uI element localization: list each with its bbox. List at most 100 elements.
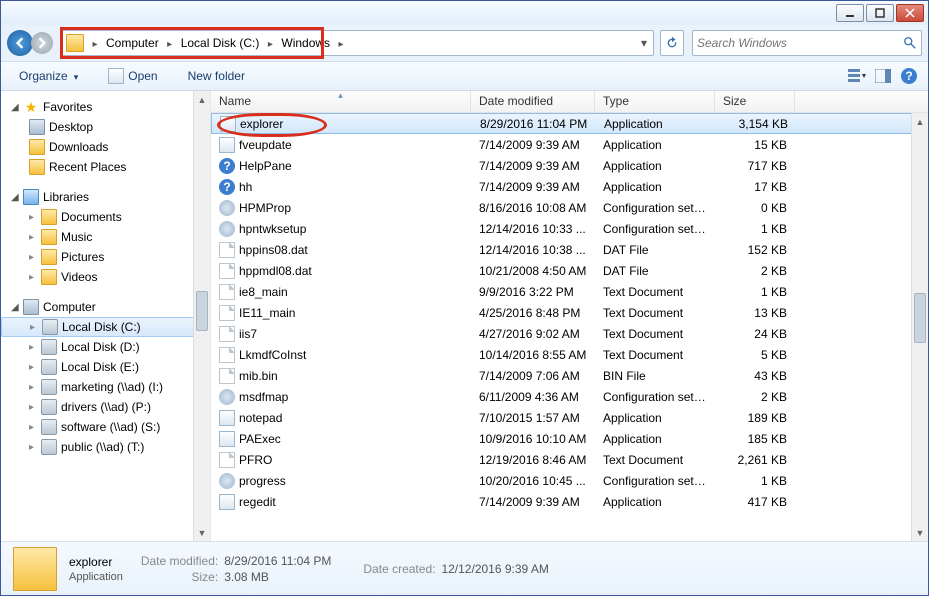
- file-date: 10/20/2016 10:45 ...: [471, 474, 595, 488]
- scroll-up-icon[interactable]: ▲: [912, 113, 928, 130]
- breadcrumb-root-arrow[interactable]: [88, 36, 102, 50]
- breadcrumb-arrow[interactable]: [263, 36, 277, 50]
- file-row[interactable]: mib.bin7/14/2009 7:06 AMBIN File43 KB: [211, 365, 928, 386]
- tree-downloads[interactable]: Downloads: [1, 137, 210, 157]
- preview-pane-button[interactable]: [874, 67, 892, 85]
- file-date: 6/11/2009 4:36 AM: [471, 390, 595, 404]
- file-row[interactable]: iis74/27/2016 9:02 AMText Document24 KB: [211, 323, 928, 344]
- file-size: 185 KB: [715, 432, 795, 446]
- tree-net-public[interactable]: ▸public (\\ad) (T:): [1, 437, 210, 457]
- file-icon: [219, 410, 235, 426]
- breadcrumb-history-drop[interactable]: [635, 36, 653, 50]
- file-type: BIN File: [595, 369, 715, 383]
- scroll-up-icon[interactable]: ▲: [194, 91, 210, 108]
- file-row[interactable]: LkmdfCoInst10/14/2016 8:55 AMText Docume…: [211, 344, 928, 365]
- scroll-down-icon[interactable]: ▼: [912, 524, 928, 541]
- scroll-thumb[interactable]: [196, 291, 208, 331]
- file-name: mib.bin: [239, 369, 278, 383]
- file-type: Application: [595, 495, 715, 509]
- filelist-scrollbar[interactable]: ▲ ▼: [911, 113, 928, 541]
- file-name: IE11_main: [239, 306, 295, 320]
- minimize-button[interactable]: [836, 4, 864, 22]
- file-size: 189 KB: [715, 411, 795, 425]
- file-row[interactable]: msdfmap6/11/2009 4:36 AMConfiguration se…: [211, 386, 928, 407]
- tree-videos[interactable]: ▸Videos: [1, 267, 210, 287]
- netdrive-icon: [41, 419, 57, 435]
- file-type: Configuration sett...: [595, 201, 715, 215]
- breadcrumb-localdisk[interactable]: Local Disk (C:): [177, 31, 264, 55]
- breadcrumb-arrow[interactable]: [163, 36, 177, 50]
- tree-net-marketing[interactable]: ▸marketing (\\ad) (I:): [1, 377, 210, 397]
- tree-desktop[interactable]: Desktop: [1, 117, 210, 137]
- search-box[interactable]: [692, 30, 922, 56]
- search-input[interactable]: [697, 36, 903, 50]
- file-row[interactable]: HPMProp8/16/2016 10:08 AMConfiguration s…: [211, 197, 928, 218]
- file-date: 4/27/2016 9:02 AM: [471, 327, 595, 341]
- netdrive-icon: [41, 379, 57, 395]
- tree-net-drivers[interactable]: ▸drivers (\\ad) (P:): [1, 397, 210, 417]
- refresh-button[interactable]: [660, 30, 684, 56]
- file-type: DAT File: [595, 264, 715, 278]
- tree-computer[interactable]: ◢Computer: [1, 297, 210, 317]
- file-size: 0 KB: [715, 201, 795, 215]
- file-row[interactable]: fveupdate7/14/2009 9:39 AMApplication15 …: [211, 134, 928, 155]
- file-row[interactable]: ?hh7/14/2009 9:39 AMApplication17 KB: [211, 176, 928, 197]
- file-row[interactable]: ?HelpPane7/14/2009 9:39 AMApplication717…: [211, 155, 928, 176]
- back-button[interactable]: [7, 30, 33, 56]
- file-size: 5 KB: [715, 348, 795, 362]
- tree-libraries[interactable]: ◢Libraries: [1, 187, 210, 207]
- view-options-button[interactable]: [848, 67, 866, 85]
- details-name: explorer: [69, 555, 123, 569]
- open-button[interactable]: Open: [100, 65, 165, 87]
- file-row[interactable]: progress 10/20/2016 10:45 ...Configuratio…: [211, 470, 928, 491]
- desktop-icon: [29, 119, 45, 135]
- file-date: 8/29/2016 11:04 PM: [472, 117, 596, 131]
- tree-music[interactable]: ▸Music: [1, 227, 210, 247]
- help-button[interactable]: ?: [900, 67, 918, 85]
- file-name: progress: [239, 474, 286, 488]
- sidebar-scrollbar[interactable]: ▲ ▼: [193, 91, 210, 541]
- tree-disk-e[interactable]: ▸Local Disk (E:): [1, 357, 210, 377]
- tree-disk-d[interactable]: ▸Local Disk (D:): [1, 337, 210, 357]
- tree-favorites[interactable]: ◢★Favorites: [1, 97, 210, 117]
- file-name: notepad: [239, 411, 282, 425]
- col-type[interactable]: Type: [595, 91, 715, 112]
- file-date: 4/25/2016 8:48 PM: [471, 306, 595, 320]
- organize-button[interactable]: Organize: [11, 66, 86, 86]
- tree-disk-c[interactable]: ▸Local Disk (C:): [1, 317, 210, 337]
- file-icon: ?: [219, 179, 235, 195]
- col-name[interactable]: Name: [211, 91, 471, 112]
- file-icon: [219, 347, 235, 363]
- file-row[interactable]: PAExec10/9/2016 10:10 AMApplication185 K…: [211, 428, 928, 449]
- scroll-thumb[interactable]: [914, 293, 926, 343]
- tree-documents[interactable]: ▸Documents: [1, 207, 210, 227]
- maximize-button[interactable]: [866, 4, 894, 22]
- breadcrumb[interactable]: Computer Local Disk (C:) Windows: [61, 30, 654, 56]
- file-row[interactable]: explorer8/29/2016 11:04 PMApplication3,1…: [211, 113, 928, 134]
- file-date: 7/14/2009 9:39 AM: [471, 495, 595, 509]
- file-row[interactable]: hppmdl08.dat10/21/2008 4:50 AMDAT File2 …: [211, 260, 928, 281]
- file-row[interactable]: hpntwksetup12/14/2016 10:33 ...Configura…: [211, 218, 928, 239]
- file-row[interactable]: notepad7/10/2015 1:57 AMApplication189 K…: [211, 407, 928, 428]
- file-type: Configuration sett...: [595, 474, 715, 488]
- titlebar: [1, 1, 928, 25]
- new-folder-button[interactable]: New folder: [180, 66, 253, 86]
- file-date: 10/9/2016 10:10 AM: [471, 432, 595, 446]
- breadcrumb-arrow[interactable]: [334, 36, 348, 50]
- breadcrumb-computer[interactable]: Computer: [102, 31, 163, 55]
- tree-pictures[interactable]: ▸Pictures: [1, 247, 210, 267]
- file-row[interactable]: IE11_main4/25/2016 8:48 PMText Document1…: [211, 302, 928, 323]
- breadcrumb-windows[interactable]: Windows: [277, 31, 334, 55]
- file-row[interactable]: PFRO12/19/2016 8:46 AMText Document2,261…: [211, 449, 928, 470]
- tree-recent[interactable]: Recent Places: [1, 157, 210, 177]
- col-size[interactable]: Size: [715, 91, 795, 112]
- scroll-down-icon[interactable]: ▼: [194, 524, 210, 541]
- file-size: 15 KB: [715, 138, 795, 152]
- file-row[interactable]: ie8_main9/9/2016 3:22 PMText Document1 K…: [211, 281, 928, 302]
- file-row[interactable]: regedit7/14/2009 9:39 AMApplication417 K…: [211, 491, 928, 512]
- details-created-value: 12/12/2016 9:39 AM: [441, 562, 548, 576]
- col-date[interactable]: Date modified: [471, 91, 595, 112]
- file-row[interactable]: hppins08.dat12/14/2016 10:38 ...DAT File…: [211, 239, 928, 260]
- tree-net-software[interactable]: ▸software (\\ad) (S:): [1, 417, 210, 437]
- close-button[interactable]: [896, 4, 924, 22]
